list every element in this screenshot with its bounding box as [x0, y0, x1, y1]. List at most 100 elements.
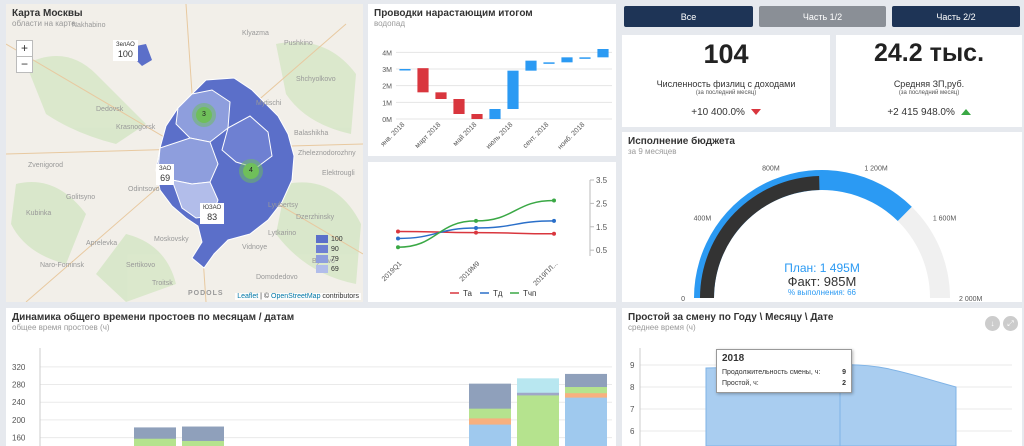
district-value: 69 [160, 173, 171, 183]
legend-label: 69 [331, 265, 339, 273]
gauge-tick-label: 400M [694, 215, 712, 222]
place-label: Sertikovo [126, 262, 156, 269]
arrow-up-icon [960, 109, 971, 116]
waterfall-bar [417, 68, 429, 93]
legend-swatch [316, 265, 328, 273]
legend-label: Тд [493, 289, 503, 298]
map-legend: 100 90 79 69 [316, 235, 356, 279]
kpi-note: (за последний месяц) [695, 90, 757, 96]
district-label-yuzao[interactable]: ЮЗАО 83 [200, 203, 225, 224]
y-tick-label: 9 [630, 361, 635, 370]
attribution-separator: | © [258, 293, 272, 300]
arrow-down-icon [750, 109, 761, 116]
legend-label: 100 [331, 235, 343, 243]
y-tick-label: 0.5 [596, 246, 608, 255]
downtime-chart[interactable]: 320 280 240 200 160 [6, 308, 616, 446]
tooltip-value: 9 [842, 369, 846, 376]
stacked-bar-segment [134, 427, 176, 439]
map-title: Карта Москвы [12, 8, 83, 19]
stacked-bar-segment [517, 378, 559, 393]
y-tick-label: 0M [382, 117, 392, 124]
waterfall-bar [399, 69, 411, 71]
x-tick-label: 2019M9 [459, 260, 482, 283]
kpi-delta-text: +10 400.0% [691, 107, 745, 118]
district-label-zao[interactable]: ЗАО 69 [156, 164, 175, 185]
district-name: ЗАО [159, 166, 172, 172]
place-label: Zheleznodorozhny [298, 150, 356, 157]
legend-label: 79 [331, 255, 339, 263]
y-tick-label: 320 [12, 363, 26, 372]
legend-label: Та [463, 289, 473, 298]
y-tick-label: 2.5 [596, 199, 608, 208]
nav-button-all[interactable]: Все [624, 6, 753, 27]
osm-link[interactable]: OpenStreetMap [271, 293, 320, 300]
kpi-card-salary: 24.2 тыс. Средняя ЗП,руб. (за последний … [836, 35, 1022, 127]
x-tick-label: июль 2018 [485, 121, 514, 150]
legend-item: 90 [316, 245, 339, 253]
district-label-zelao[interactable]: ЗелАО 100 [113, 40, 138, 61]
y-tick-label: 3.5 [596, 176, 608, 185]
place-label: Shchyolkovo [296, 76, 336, 83]
y-tick-label: 200 [12, 416, 26, 425]
kpi-delta-text: +2 415 948.0% [887, 107, 955, 118]
kpi-card-persons: 104 Численность физлиц с доходами (за по… [622, 35, 830, 127]
marker-cluster[interactable]: 4 [239, 159, 263, 183]
district-name: ЮЗАО [203, 205, 222, 211]
series-line [397, 199, 555, 248]
waterfall-bar [471, 114, 483, 119]
kpi-value: 104 [703, 39, 749, 69]
data-point [474, 225, 478, 230]
data-point [396, 245, 400, 250]
place-label: Odintsovo [128, 186, 160, 193]
waterfall-panel: Проводки нарастающим итогом водопад 4M 3M… [368, 4, 616, 156]
chart-tooltip: 2018 Продолжительность смены, ч: 9 Просто… [716, 349, 852, 393]
y-tick-label: 240 [12, 398, 26, 407]
data-point [552, 231, 556, 236]
data-point [474, 230, 478, 235]
waterfall-bar [435, 92, 447, 99]
y-tick-label: 1.5 [596, 223, 608, 232]
marker-cluster[interactable]: 3 [192, 103, 216, 127]
waterfall-bar [543, 62, 555, 64]
place-label: Vidnoye [242, 244, 268, 251]
district-value: 83 [207, 212, 218, 222]
x-tick-label: янв. 2018 [380, 121, 407, 148]
gauge-tick-label: 0 [681, 296, 685, 302]
district-name: ЗелАО [116, 42, 135, 48]
place-label: Pushkino [284, 40, 313, 47]
nav-button-part2[interactable]: Часть 2/2 [892, 6, 1020, 27]
leaflet-link[interactable]: Leaflet [237, 293, 258, 300]
kpi-label: Средняя ЗП,руб. [893, 79, 965, 89]
legend-label: Тчп [523, 289, 536, 298]
place-label: Naro-Fominsk [40, 262, 84, 269]
line-chart[interactable]: 3.5 2.5 1.5 0.5 2019Q1 2019M9 2019ПЛ... Та Тд Тчп [368, 162, 616, 302]
waterfall-bar [507, 70, 519, 109]
gauge-tick-label: 1 200M [864, 166, 888, 173]
y-tick-label: 3M [382, 67, 392, 74]
place-label: Balashikha [294, 130, 329, 137]
gauge-tick-label: 800M [762, 166, 780, 173]
tooltip-year: 2018 [722, 353, 745, 364]
gauge-tick-label: 2 000M [959, 296, 983, 302]
shift-panel: Простой за смену по Году \ Месяцу \ Дате… [622, 308, 1022, 446]
legend-item: 100 [316, 235, 343, 243]
y-tick-label: 160 [12, 434, 26, 443]
legend-swatch [316, 235, 328, 243]
waterfall-chart[interactable]: 4M 3M 2M 1M 0Mянв. 2018 март 2018 май 2018 июль… [368, 4, 616, 156]
place-label: Elektrougli [322, 170, 355, 177]
x-tick-label: март 2018 [414, 121, 442, 149]
gauge-percent: % выполнения: 66 [787, 288, 857, 297]
district-value: 100 [117, 49, 133, 59]
zoom-out-button[interactable]: − [16, 56, 33, 73]
legend-item: 79 [316, 255, 339, 263]
place-label: Lytkarino [268, 230, 297, 237]
kpi-delta: +10 400.0% [622, 107, 830, 118]
legend-label: 90 [331, 245, 339, 253]
place-label: PODOLS [188, 290, 224, 297]
tooltip-row: Продолжительность смены, ч: 9 [722, 367, 846, 378]
nav-button-part1[interactable]: Часть 1/2 [759, 6, 886, 27]
zoom-in-button[interactable]: + [16, 40, 33, 57]
y-tick-label: 7 [630, 405, 635, 414]
waterfall-bar [525, 60, 537, 71]
waterfall-bar [561, 57, 573, 63]
